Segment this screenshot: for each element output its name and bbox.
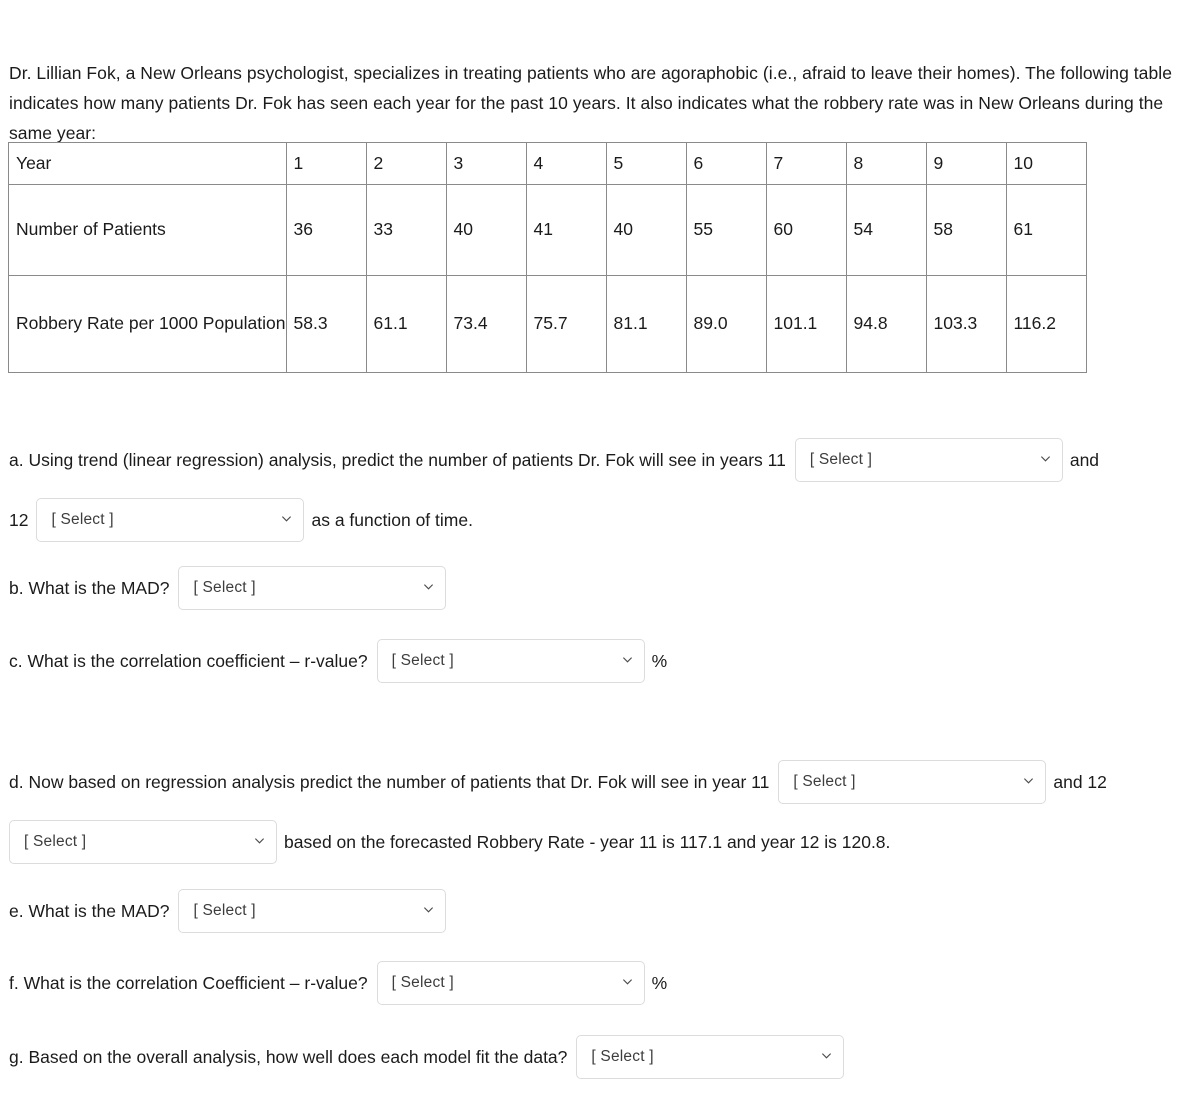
question-d-connector: and 12: [1053, 772, 1107, 792]
chevron-down-icon: [423, 904, 434, 915]
cell-robbery-10: 116.2: [1005, 274, 1087, 373]
question-d-text: d. Now based on regression analysis pred…: [9, 772, 770, 792]
select-a-year12-value: [ Select ]: [51, 511, 114, 528]
question-d-line1: d. Now based on regression analysis pred…: [9, 760, 1107, 804]
cell-patients-1: 36: [285, 183, 367, 276]
select-c-rvalue-value: [ Select ]: [391, 652, 454, 669]
select-f-rvalue-value: [ Select ]: [391, 974, 454, 991]
cell-year-2: 2: [365, 142, 447, 185]
cell-year-3: 3: [445, 142, 527, 185]
question-b-text: b. What is the MAD?: [9, 578, 170, 598]
cell-patients-9: 58: [925, 183, 1007, 276]
question-f-line: f. What is the correlation Coefficient –…: [9, 961, 667, 1005]
select-d-year12[interactable]: [ Select ]: [9, 820, 277, 864]
question-f-percent-sign: %: [651, 973, 668, 993]
cell-robbery-3: 73.4: [445, 274, 527, 373]
select-d-year12-value: [ Select ]: [24, 833, 87, 850]
table-row-patients: Number of Patients 36 33 40 41 40 55 60 …: [8, 183, 1087, 276]
question-a-line2: 12 [ Select ] as a function of time.: [9, 498, 473, 542]
question-d-line2: [ Select ] based on the forecasted Robbe…: [9, 820, 890, 864]
intro-paragraph: Dr. Lillian Fok, a New Orleans psycholog…: [9, 62, 1172, 143]
select-d-year11[interactable]: [ Select ]: [778, 760, 1047, 804]
question-d-text-after: based on the forecasted Robbery Rate - y…: [284, 832, 891, 852]
cell-year-8: 8: [845, 142, 927, 185]
question-a-line1: a. Using trend (linear regression) analy…: [9, 438, 1099, 482]
question-a-year12-label: 12: [9, 510, 29, 530]
chevron-down-icon: [622, 654, 633, 665]
chevron-down-icon: [1040, 453, 1051, 464]
question-page: Dr. Lillian Fok, a New Orleans psycholog…: [0, 0, 1200, 1101]
select-g-model-fit[interactable]: [ Select ]: [576, 1035, 845, 1079]
chevron-down-icon: [281, 513, 292, 524]
question-e-line: e. What is the MAD? [ Select ]: [9, 889, 447, 933]
chevron-down-icon: [423, 581, 434, 592]
chevron-down-icon: [622, 976, 633, 987]
cell-robbery-9: 103.3: [925, 274, 1007, 373]
cell-year-7: 7: [765, 142, 847, 185]
cell-robbery-6: 89.0: [685, 274, 767, 373]
cell-year-9: 9: [925, 142, 1007, 185]
row-label-year: Year: [8, 142, 287, 185]
select-a-year12[interactable]: [ Select ]: [36, 498, 305, 542]
select-c-rvalue[interactable]: [ Select ]: [376, 639, 645, 683]
cell-robbery-4: 75.7: [525, 274, 607, 373]
cell-patients-4: 41: [525, 183, 607, 276]
row-label-robbery-rate: Robbery Rate per 1000 Population: [8, 274, 287, 373]
select-g-model-fit-value: [ Select ]: [591, 1048, 654, 1065]
table-row-robbery-rate: Robbery Rate per 1000 Population 58.3 61…: [8, 274, 1087, 373]
question-c-line: c. What is the correlation coefficient –…: [9, 639, 667, 683]
cell-patients-6: 55: [685, 183, 767, 276]
question-c-percent-sign: %: [651, 651, 668, 671]
question-c-text: c. What is the correlation coefficient –…: [9, 651, 368, 671]
question-e-text: e. What is the MAD?: [9, 901, 170, 921]
cell-robbery-1: 58.3: [285, 274, 367, 373]
select-b-mad[interactable]: [ Select ]: [178, 566, 447, 610]
cell-patients-3: 40: [445, 183, 527, 276]
cell-year-1: 1: [285, 142, 367, 185]
cell-patients-2: 33: [365, 183, 447, 276]
select-b-mad-value: [ Select ]: [193, 579, 256, 596]
chevron-down-icon: [1023, 775, 1034, 786]
cell-year-6: 6: [685, 142, 767, 185]
cell-robbery-7: 101.1: [765, 274, 847, 373]
patient-robbery-table: Year 1 2 3 4 5 6 7 8 9 10 Number of Pati…: [8, 142, 1087, 373]
cell-patients-10: 61: [1005, 183, 1087, 276]
select-e-mad-value: [ Select ]: [193, 902, 256, 919]
cell-robbery-8: 94.8: [845, 274, 927, 373]
data-table-container: Year 1 2 3 4 5 6 7 8 9 10 Number of Pati…: [8, 142, 1087, 373]
select-f-rvalue[interactable]: [ Select ]: [376, 961, 645, 1005]
select-e-mad[interactable]: [ Select ]: [178, 889, 447, 933]
question-a-connector: and: [1069, 450, 1100, 470]
cell-robbery-2: 61.1: [365, 274, 447, 373]
cell-year-10: 10: [1005, 142, 1087, 185]
chevron-down-icon: [821, 1050, 832, 1061]
select-a-year11-value: [ Select ]: [809, 451, 873, 468]
question-b-line: b. What is the MAD? [ Select ]: [9, 566, 447, 610]
cell-year-5: 5: [605, 142, 687, 185]
question-a-text-after: as a function of time.: [311, 510, 473, 530]
cell-robbery-5: 81.1: [605, 274, 687, 373]
question-a-text: a. Using trend (linear regression) analy…: [9, 450, 786, 470]
cell-year-4: 4: [525, 142, 607, 185]
chevron-down-icon: [254, 835, 265, 846]
question-g-text: g. Based on the overall analysis, how we…: [9, 1047, 568, 1067]
question-g-line: g. Based on the overall analysis, how we…: [9, 1035, 845, 1079]
question-f-text: f. What is the correlation Coefficient –…: [9, 973, 368, 993]
select-d-year11-value: [ Select ]: [793, 773, 856, 790]
cell-patients-7: 60: [765, 183, 847, 276]
row-label-patients: Number of Patients: [8, 183, 287, 276]
select-a-year11[interactable]: [ Select ]: [794, 438, 1063, 482]
table-row-year: Year 1 2 3 4 5 6 7 8 9 10: [8, 142, 1087, 185]
cell-patients-5: 40: [605, 183, 687, 276]
cell-patients-8: 54: [845, 183, 927, 276]
